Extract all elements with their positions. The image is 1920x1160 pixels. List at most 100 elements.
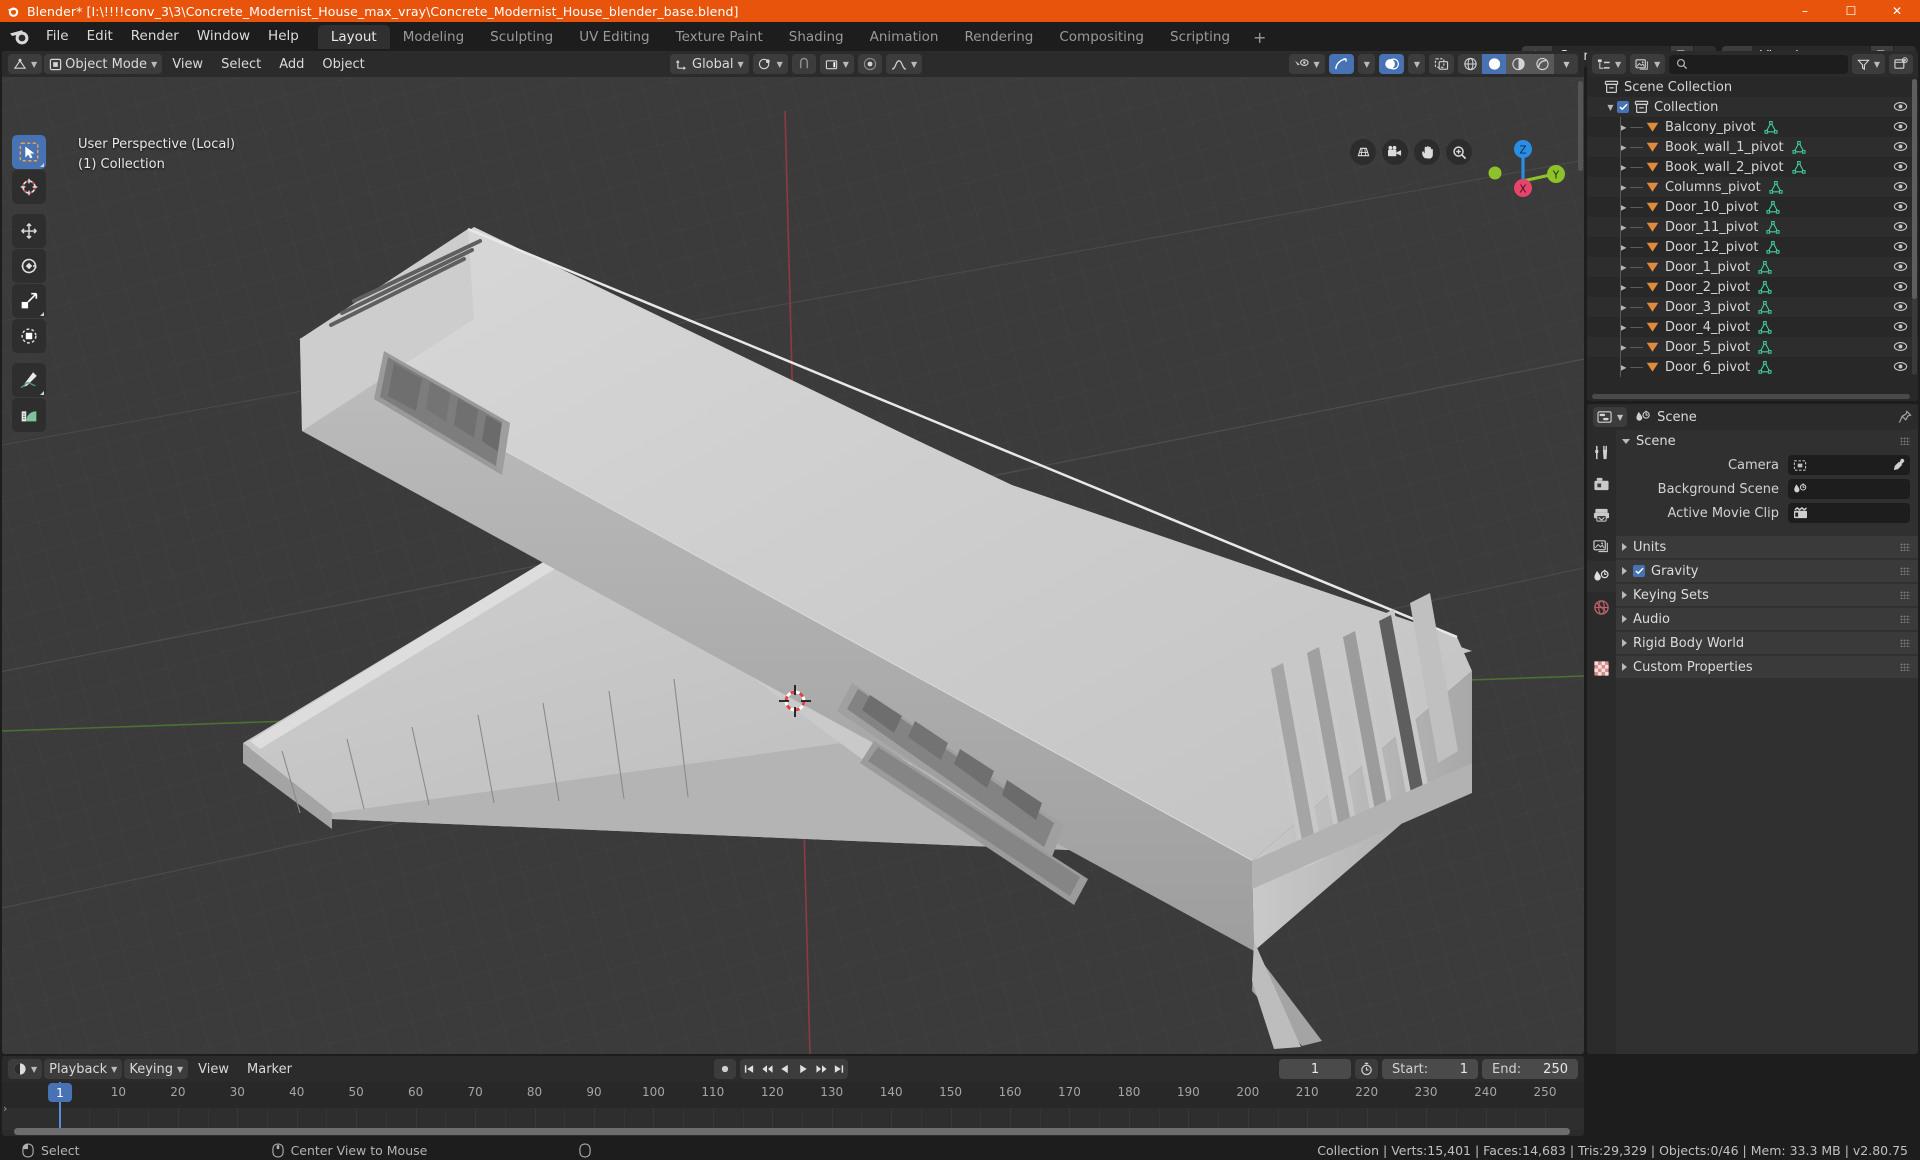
- panel-header-units[interactable]: Units: [1616, 536, 1918, 558]
- mesh-data-icon[interactable]: [1758, 300, 1772, 314]
- menu-render[interactable]: Render: [122, 25, 188, 46]
- properties-tab-tool[interactable]: [1587, 437, 1616, 468]
- new-collection-button[interactable]: [1889, 54, 1913, 74]
- panel-header-keying-sets[interactable]: Keying Sets: [1616, 584, 1918, 606]
- timeline-track-area[interactable]: [2, 1108, 1584, 1130]
- tool-move[interactable]: [12, 214, 46, 248]
- eye-visibility-icon[interactable]: [1893, 200, 1908, 213]
- gravity-checkbox[interactable]: [1633, 565, 1645, 577]
- pan-view-hand-icon[interactable]: [1414, 139, 1440, 165]
- eye-visibility-icon[interactable]: [1893, 180, 1908, 193]
- menu-window[interactable]: Window: [188, 25, 259, 46]
- jump-to-end-button[interactable]: [830, 1059, 848, 1079]
- menu-edit[interactable]: Edit: [78, 25, 122, 46]
- collection-checkbox[interactable]: [1617, 101, 1629, 113]
- navigation-axis-gizmo[interactable]: Z Y X: [1480, 129, 1566, 215]
- outliner-search-input[interactable]: [1669, 54, 1848, 74]
- camera-field[interactable]: [1788, 455, 1910, 475]
- auto-keying-toggle[interactable]: [714, 1059, 736, 1079]
- mesh-data-icon[interactable]: [1758, 260, 1772, 274]
- overlays-toggle[interactable]: [1378, 54, 1404, 74]
- menu-help[interactable]: Help: [259, 25, 308, 46]
- shading-solid[interactable]: [1482, 54, 1506, 74]
- viewport-vertical-scrollbar[interactable]: [1578, 81, 1583, 171]
- outliner-row-collection[interactable]: ▼ Collection: [1587, 97, 1918, 117]
- tool-select-box[interactable]: [12, 135, 46, 169]
- timeline-menu-view[interactable]: View: [190, 1059, 237, 1079]
- properties-tab-render[interactable]: [1587, 468, 1616, 499]
- falloff-type-selector[interactable]: ▼: [885, 54, 923, 74]
- mesh-data-icon[interactable]: [1766, 200, 1780, 214]
- proportional-editing-toggle[interactable]: [857, 54, 882, 74]
- tool-transform[interactable]: [12, 319, 46, 353]
- pin-id-button[interactable]: [1898, 410, 1912, 424]
- menu-file[interactable]: File: [37, 25, 78, 46]
- tab-scripting[interactable]: Scripting: [1157, 25, 1243, 49]
- timeline-ruler[interactable]: 10 20 30 40 50 60 70 80 90 100 110 120 130 140 150 160 1…: [2, 1082, 1584, 1108]
- properties-tab-view-layer[interactable]: [1587, 530, 1616, 561]
- outliner-row-door-2-pivot[interactable]: ▶ Door_2_pivot: [1587, 277, 1918, 297]
- panel-header-audio[interactable]: Audio: [1616, 608, 1918, 630]
- eye-visibility-icon[interactable]: [1893, 300, 1908, 313]
- outliner-row-book-wall-2-pivot[interactable]: ▶ Book_wall_2_pivot: [1587, 157, 1918, 177]
- toggle-perspective-icon[interactable]: [1350, 139, 1376, 165]
- shading-wireframe[interactable]: [1458, 54, 1482, 74]
- current-frame-field[interactable]: 1: [1279, 1059, 1351, 1079]
- timeline-horizontal-scrollbar[interactable]: [2, 1128, 1584, 1135]
- editor-type-button[interactable]: ▼: [8, 54, 43, 74]
- mesh-data-icon[interactable]: [1758, 340, 1772, 354]
- properties-editor[interactable]: ▼ Scene Scene Camera Background Scene Ac…: [1587, 404, 1918, 1054]
- outliner-tree[interactable]: Scene Collection ▼ Collection ▶ Balcony_pivo…: [1587, 77, 1918, 377]
- 3d-viewport[interactable]: ▼ Object Mode ▼ View Select Add Object G…: [2, 51, 1584, 1054]
- transform-orientation-selector[interactable]: Global ▼: [670, 54, 749, 74]
- mesh-data-icon[interactable]: [1758, 360, 1772, 374]
- pivot-point-selector[interactable]: ▼: [752, 54, 788, 74]
- close-button[interactable]: ✕: [1874, 0, 1920, 22]
- outliner-row-door-4-pivot[interactable]: ▶ Door_4_pivot: [1587, 317, 1918, 337]
- outliner-row-balcony-pivot[interactable]: ▶ Balcony_pivot: [1587, 117, 1918, 137]
- tool-measure[interactable]: [12, 398, 46, 432]
- gizmo-dropdown[interactable]: ▼: [1357, 54, 1375, 74]
- eye-visibility-icon[interactable]: [1893, 260, 1908, 273]
- shading-rendered[interactable]: [1530, 54, 1554, 74]
- mesh-data-icon[interactable]: [1758, 320, 1772, 334]
- eye-visibility-icon[interactable]: [1893, 100, 1908, 113]
- tab-sculpting[interactable]: Sculpting: [477, 25, 566, 49]
- tab-compositing[interactable]: Compositing: [1046, 25, 1157, 49]
- tab-shading[interactable]: Shading: [776, 25, 857, 49]
- eye-visibility-icon[interactable]: [1893, 320, 1908, 333]
- viewport-menu-view[interactable]: View: [164, 54, 211, 74]
- eye-visibility-icon[interactable]: [1893, 160, 1908, 173]
- object-mode-selector[interactable]: Object Mode ▼: [44, 54, 163, 74]
- mesh-data-icon[interactable]: [1764, 120, 1778, 134]
- outliner-row-book-wall-1-pivot[interactable]: ▶ Book_wall_1_pivot: [1587, 137, 1918, 157]
- overlays-dropdown[interactable]: ▼: [1407, 54, 1425, 74]
- play-button[interactable]: [794, 1059, 812, 1079]
- eye-visibility-icon[interactable]: [1893, 340, 1908, 353]
- outliner-row-door-1-pivot[interactable]: ▶ Door_1_pivot: [1587, 257, 1918, 277]
- timeline-menu-marker[interactable]: Marker: [239, 1059, 300, 1079]
- properties-editor-type-button[interactable]: ▼: [1593, 407, 1628, 427]
- minimize-button[interactable]: –: [1782, 0, 1828, 22]
- jump-to-start-button[interactable]: [740, 1059, 758, 1079]
- outliner-row-door-10-pivot[interactable]: ▶ Door_10_pivot: [1587, 197, 1918, 217]
- timeline-editor-type-button[interactable]: ▼: [8, 1059, 43, 1079]
- outliner-row-door-3-pivot[interactable]: ▶ Door_3_pivot: [1587, 297, 1918, 317]
- mesh-data-icon[interactable]: [1766, 240, 1780, 254]
- mesh-data-icon[interactable]: [1792, 140, 1806, 154]
- eye-visibility-icon[interactable]: [1893, 280, 1908, 293]
- blender-menu-icon[interactable]: [7, 26, 33, 46]
- properties-tab-texture[interactable]: [1587, 653, 1616, 684]
- timeline-expand-arrow[interactable]: ›: [3, 1102, 7, 1115]
- tool-rotate[interactable]: [12, 249, 46, 283]
- eyedropper-icon[interactable]: [1892, 458, 1905, 471]
- panel-header-custom-properties[interactable]: Custom Properties: [1616, 656, 1918, 678]
- eye-visibility-icon[interactable]: [1893, 360, 1908, 373]
- panel-header-rigid-body-world[interactable]: Rigid Body World: [1616, 632, 1918, 654]
- outliner-row-door-5-pivot[interactable]: ▶ Door_5_pivot: [1587, 337, 1918, 357]
- mesh-data-icon[interactable]: [1792, 160, 1806, 174]
- tab-texture-paint[interactable]: Texture Paint: [663, 25, 776, 49]
- maximize-button[interactable]: ☐: [1828, 0, 1874, 22]
- frame-end-field[interactable]: End: 250: [1482, 1059, 1578, 1079]
- properties-tab-output[interactable]: [1587, 499, 1616, 530]
